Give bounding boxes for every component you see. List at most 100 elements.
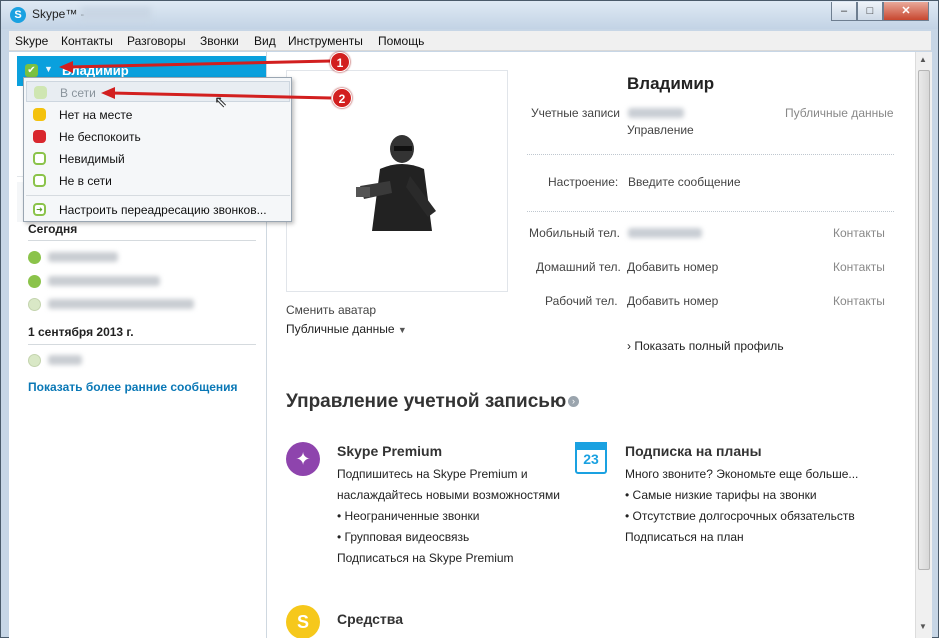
- status-item-dnd[interactable]: Не беспокоить: [26, 126, 290, 147]
- annotation-badge-1: 1: [330, 52, 350, 72]
- list-item[interactable]: [28, 352, 248, 368]
- calendar-icon: 23: [575, 442, 607, 474]
- avatar[interactable]: [286, 70, 508, 292]
- premium-line: • Групповая видеосвязь: [337, 530, 470, 544]
- subscribe-plan-link[interactable]: Подписаться на план: [625, 530, 744, 544]
- credit-title: Средства: [337, 611, 404, 627]
- contact-name-blurred: [48, 355, 82, 365]
- menu-help[interactable]: Помощь: [378, 34, 424, 48]
- offline-icon: [33, 174, 46, 187]
- premium-star-icon: ✦: [286, 442, 320, 476]
- contact-name-blurred: [48, 299, 194, 309]
- manage-link[interactable]: Управление: [627, 123, 694, 137]
- status-item-label: Нет на месте: [59, 108, 133, 122]
- add-home-number-link[interactable]: Добавить номер: [627, 260, 718, 274]
- subscribe-premium-link[interactable]: Подписаться на Skype Premium: [337, 551, 514, 565]
- title-bar: S Skype™ - ‒ □ ✕: [1, 1, 938, 29]
- scroll-thumb[interactable]: [918, 70, 930, 570]
- contact-status-icon: [28, 354, 41, 367]
- call-forwarding-label: Настроить переадресацию звонков...: [59, 203, 267, 217]
- public-data-label: Публичные данные: [286, 322, 395, 336]
- vertical-scrollbar[interactable]: ▲ ▼: [915, 52, 932, 638]
- change-avatar-link[interactable]: Сменить аватар: [286, 303, 376, 317]
- status-item-label: Не в сети: [59, 174, 112, 188]
- scroll-down-icon[interactable]: ▼: [919, 622, 927, 631]
- list-item[interactable]: [28, 249, 248, 265]
- status-item-label: Не беспокоить: [59, 130, 141, 144]
- mobile-contacts-label: Контакты: [833, 226, 885, 240]
- menu-skype[interactable]: Skype: [15, 34, 48, 48]
- close-button[interactable]: ✕: [883, 2, 929, 21]
- skype-logo-icon: S: [10, 7, 26, 23]
- status-item-invisible[interactable]: Невидимый: [26, 148, 290, 169]
- list-item[interactable]: [28, 273, 248, 289]
- maximize-button[interactable]: □: [857, 2, 883, 21]
- divider: [28, 240, 256, 241]
- menu-view[interactable]: Вид: [254, 34, 276, 48]
- avatar-image: [350, 131, 446, 231]
- contact-name-blurred: [48, 252, 118, 262]
- add-work-number-link[interactable]: Добавить номер: [627, 294, 718, 308]
- account-section-title: Управление учетной записью: [286, 391, 567, 412]
- mood-input[interactable]: Введите сообщение: [628, 175, 741, 189]
- minimize-button[interactable]: ‒: [831, 2, 857, 21]
- home-label: Домашний тел.: [536, 260, 621, 274]
- status-item-label: Невидимый: [59, 152, 125, 166]
- status-caret-icon[interactable]: ▼: [44, 64, 53, 74]
- status-item-away[interactable]: Нет на месте: [26, 104, 290, 125]
- show-earlier-link[interactable]: Показать более ранние сообщения: [28, 380, 238, 394]
- arrow-right-icon[interactable]: ›: [568, 396, 579, 407]
- annotation-badge-2: 2: [332, 88, 352, 108]
- menu-conversations[interactable]: Разговоры: [127, 34, 186, 48]
- skype-window: S Skype™ - ‒ □ ✕ Skype Контакты Разговор…: [0, 0, 939, 638]
- status-item-online[interactable]: В сети: [26, 81, 290, 102]
- scroll-up-icon[interactable]: ▲: [919, 55, 927, 64]
- call-forwarding-item[interactable]: ➜ Настроить переадресацию звонков...: [26, 199, 290, 220]
- public-data-dropdown[interactable]: Публичные данные ▼: [286, 322, 407, 336]
- section-date: 1 сентября 2013 г.: [28, 325, 134, 339]
- sidebar-user-name: Владимир: [62, 63, 129, 78]
- mobile-label: Мобильный тел.: [529, 226, 620, 240]
- divider: [28, 344, 256, 345]
- contact-status-icon: [28, 275, 41, 288]
- divider: [527, 211, 894, 212]
- menu-contacts[interactable]: Контакты: [61, 34, 113, 48]
- plans-title: Подписка на планы: [625, 443, 762, 459]
- mouse-cursor-icon: ⇖: [214, 94, 228, 111]
- work-contacts-label: Контакты: [833, 294, 885, 308]
- contact-status-icon: [28, 298, 41, 311]
- chevron-right-icon: ›: [627, 339, 631, 353]
- invisible-icon: [33, 152, 46, 165]
- premium-line: • Неограниченные звонки: [337, 509, 480, 523]
- dnd-icon: [33, 130, 46, 143]
- skype-credit-icon: S: [286, 605, 320, 638]
- plans-line: • Самые низкие тарифы на звонки: [625, 488, 817, 502]
- window-title: Skype™ -: [32, 7, 85, 21]
- plans-line: Много звоните? Экономьте еще больше...: [625, 467, 859, 481]
- premium-title: Skype Premium: [337, 443, 443, 459]
- full-profile-label: Показать полный профиль: [634, 339, 784, 353]
- status-menu: В сети Нет на месте Не беспокоить Невиди…: [23, 77, 292, 222]
- plans-line: • Отсутствие долгосрочных обязательств: [625, 509, 855, 523]
- accounts-label: Учетные записи: [531, 106, 620, 120]
- window-title-blurred: [81, 7, 151, 21]
- calendar-icon-text: 23: [583, 451, 599, 467]
- status-online-icon[interactable]: ✔: [25, 64, 38, 77]
- work-label: Рабочий тел.: [545, 294, 618, 308]
- section-today: Сегодня: [28, 222, 78, 236]
- divider: [527, 154, 894, 155]
- menu-bar: Skype Контакты Разговоры Звонки Вид Инст…: [9, 31, 931, 51]
- full-profile-link[interactable]: › Показать полный профиль: [627, 339, 784, 353]
- account-id-blurred: [628, 108, 684, 118]
- status-item-offline[interactable]: Не в сети: [26, 170, 290, 191]
- premium-line: Подпишитесь на Skype Premium и: [337, 467, 528, 481]
- chevron-down-icon: ▼: [397, 325, 407, 335]
- mobile-number-blurred: [628, 228, 702, 238]
- divider: [26, 195, 290, 196]
- menu-tools[interactable]: Инструменты: [288, 34, 363, 48]
- profile-name: Владимир: [627, 74, 715, 93]
- premium-line: наслаждайтесь новыми возможностями: [337, 488, 560, 502]
- menu-calls[interactable]: Звонки: [200, 34, 239, 48]
- contact-status-icon: [28, 251, 41, 264]
- list-item[interactable]: [28, 296, 248, 312]
